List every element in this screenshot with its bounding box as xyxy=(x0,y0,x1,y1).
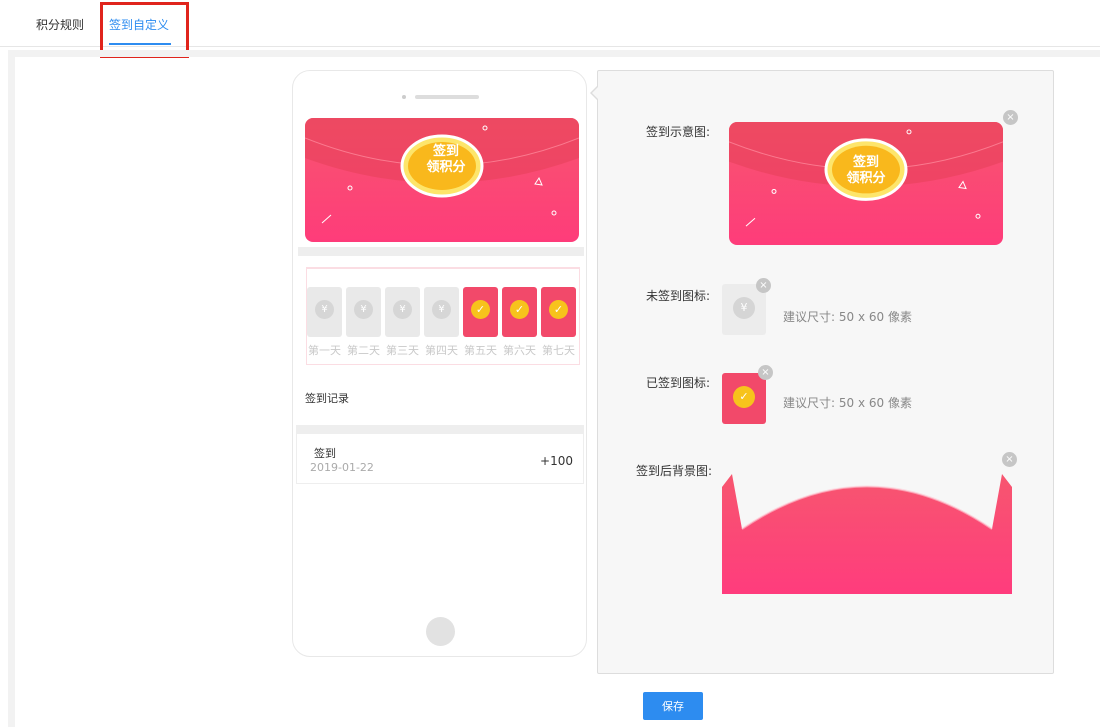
day-card-7: ✓ xyxy=(541,287,576,337)
day-card-6: ✓ xyxy=(502,287,537,337)
sign-image-label: 签到示意图: xyxy=(645,125,710,139)
yen-icon: ¥ xyxy=(432,300,451,319)
divider-bar xyxy=(296,425,584,434)
unsigned-size-hint: 建议尺寸: 50 x 60 像素 xyxy=(783,310,912,324)
yen-icon: ¥ xyxy=(354,300,373,319)
banner-text-line1: 签到 xyxy=(432,144,459,159)
day-label-7: 第七天 xyxy=(542,344,575,357)
unsigned-icon-label: 未签到图标: xyxy=(645,289,710,303)
day-card-4: ¥ xyxy=(424,287,459,337)
check-icon: ✓ xyxy=(510,300,529,319)
banner-text-line1: 签到 xyxy=(852,155,879,170)
bg-image-preview[interactable] xyxy=(722,469,1012,594)
settings-panel: 签到示意图: 签到 领积分 × 未签到图标: ¥ × 建议尺寸: 50 x 60… xyxy=(597,70,1054,674)
day-card-3: ¥ xyxy=(385,287,420,337)
signed-size-hint: 建议尺寸: 50 x 60 像素 xyxy=(783,396,912,410)
day-label-6: 第六天 xyxy=(503,344,536,357)
phone-home-button xyxy=(426,617,455,646)
banner-text-line2: 领积分 xyxy=(426,160,466,175)
day-label-3: 第三天 xyxy=(386,344,419,357)
yen-icon: ¥ xyxy=(733,297,755,319)
phone-camera xyxy=(402,95,406,99)
day-card-5: ✓ xyxy=(463,287,498,337)
check-icon: ✓ xyxy=(549,300,568,319)
panel-banner-text: 签到 领积分 xyxy=(824,155,908,187)
sign-days-row: ¥ ¥ ¥ ¥ ✓ ✓ ✓ 第一天 第二天 第三天 第四天 第五天 第六天 第七… xyxy=(306,267,580,365)
phone-banner-text: 签到 领积分 xyxy=(404,144,488,176)
signed-icon-preview[interactable]: ✓ xyxy=(722,373,766,424)
content-frame-left xyxy=(8,55,15,727)
record-name: 签到 xyxy=(314,447,336,460)
day-label-5: 第五天 xyxy=(464,344,497,357)
bg-image-label: 签到后背景图: xyxy=(636,464,713,478)
remove-signed-icon[interactable]: × xyxy=(758,365,773,380)
phone-sign-banner xyxy=(305,118,579,242)
banner-text-line2: 领积分 xyxy=(846,171,886,186)
record-date: 2019-01-22 xyxy=(310,461,374,474)
day-card-2: ¥ xyxy=(346,287,381,337)
check-icon: ✓ xyxy=(471,300,490,319)
remove-unsigned-icon[interactable]: × xyxy=(756,278,771,293)
day-label-2: 第二天 xyxy=(347,344,380,357)
yen-icon: ¥ xyxy=(393,300,412,319)
check-icon: ✓ xyxy=(733,386,755,408)
records-title: 签到记录 xyxy=(305,392,349,405)
save-button[interactable]: 保存 xyxy=(643,692,703,720)
remove-bg-image-icon[interactable]: × xyxy=(1002,452,1017,467)
phone-speaker xyxy=(415,95,479,99)
panel-arrow-inner xyxy=(592,87,598,99)
content-frame-top xyxy=(8,50,1100,57)
divider-bar xyxy=(298,247,584,256)
record-row: 签到 2019-01-22 +100 xyxy=(296,434,584,484)
phone-preview: 签到 领积分 ¥ ¥ ¥ ¥ ✓ ✓ ✓ 第一天 第二天 第三天 第四天 第五天… xyxy=(292,70,587,657)
record-points: +100 xyxy=(540,454,573,468)
remove-sign-image-icon[interactable]: × xyxy=(1003,110,1018,125)
day-label-4: 第四天 xyxy=(425,344,458,357)
yen-icon: ¥ xyxy=(315,300,334,319)
day-card-1: ¥ xyxy=(307,287,342,337)
signed-icon-label: 已签到图标: xyxy=(645,376,710,390)
tab-points-rules[interactable]: 积分规则 xyxy=(36,16,84,33)
day-label-1: 第一天 xyxy=(308,344,341,357)
